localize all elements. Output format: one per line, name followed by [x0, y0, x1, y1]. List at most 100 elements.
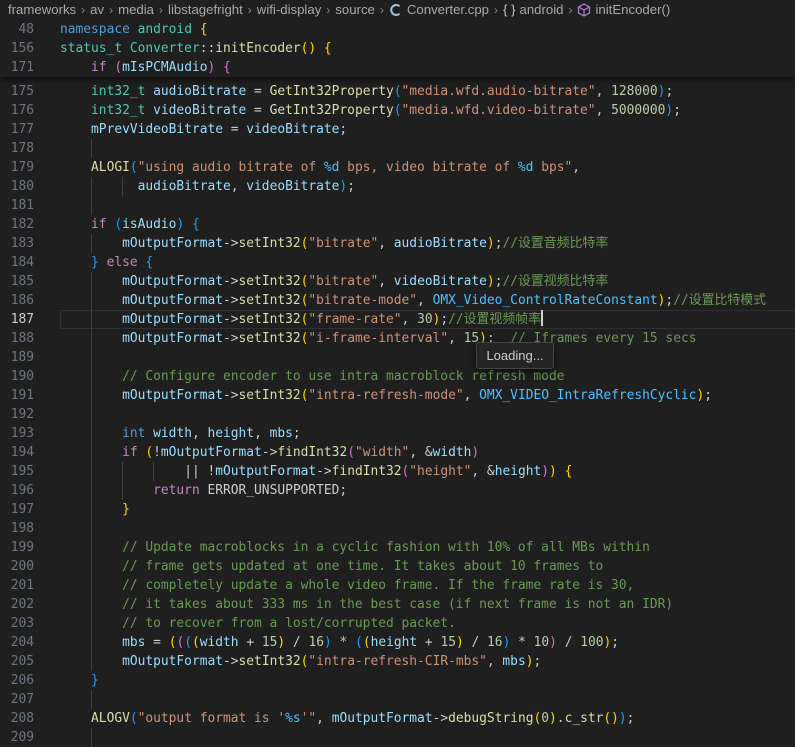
- code-token: //设置比特模式: [673, 293, 767, 308]
- code-line: 190 // Configure encoder to use intra ma…: [0, 367, 795, 386]
- code-text[interactable]: // it takes about 333 ms in the best cas…: [60, 595, 673, 614]
- code-text[interactable]: // frame gets updated at one time. It ta…: [60, 557, 603, 576]
- breadcrumb-item[interactable]: libstagefright: [168, 0, 243, 20]
- chevron-right-icon: ›: [568, 3, 573, 17]
- code-text[interactable]: }: [60, 671, 99, 690]
- code-text[interactable]: mOutputFormat->setInt32("frame-rate", 30…: [60, 310, 543, 329]
- code-text[interactable]: return ERROR_UNSUPPORTED;: [60, 481, 347, 500]
- sticky-scroll-header: 48 namespace android {156 status_t Convert…: [0, 20, 795, 77]
- code-text[interactable]: mOutputFormat->setInt32("bitrate", video…: [60, 272, 608, 291]
- code-token: mbs: [502, 654, 526, 669]
- code-text[interactable]: // Configure encoder to use intra macrob…: [60, 367, 564, 386]
- code-text[interactable]: mOutputFormat->setInt32("intra-refresh-m…: [60, 386, 712, 405]
- code-line: 205 mOutputFormat->setInt32("intra-refre…: [0, 652, 795, 671]
- code-text[interactable]: namespace android {: [60, 20, 207, 39]
- code-line: 195 || !mOutputFormat->findInt32("height…: [0, 462, 795, 481]
- code-line: 177 mPrevVideoBitrate = videoBitrate;: [0, 120, 795, 139]
- code-text[interactable]: // Update macroblocks in a cyclic fashio…: [60, 538, 650, 557]
- code-text[interactable]: mOutputFormat->setInt32("intra-refresh-C…: [60, 652, 541, 671]
- code-token: (: [184, 635, 192, 650]
- code-token: ALOGI: [91, 160, 130, 175]
- indent-guide: [91, 690, 92, 709]
- code-text[interactable]: // to recover from a lost/corrupted pack…: [60, 614, 456, 633]
- code-text[interactable]: || !mOutputFormat->findInt32("height", &…: [60, 462, 572, 481]
- code-line: 193 int width, height, mbs;: [0, 424, 795, 443]
- line-number: 177: [10, 122, 34, 137]
- code-text[interactable]: }: [60, 500, 130, 519]
- line-number: 183: [10, 236, 34, 251]
- code-editor[interactable]: 175 int32_t audioBitrate = GetInt32Prope…: [0, 82, 795, 747]
- code-text[interactable]: mOutputFormat->setInt32("bitrate-mode", …: [60, 291, 766, 310]
- code-line: 180 audioBitrate, videoBitrate);: [0, 177, 795, 196]
- code-text[interactable]: if (!mOutputFormat->findInt32("width", &…: [60, 443, 479, 462]
- code-token: ,: [463, 388, 480, 403]
- code-line: 176 int32_t videoBitrate = GetInt32Prope…: [0, 101, 795, 120]
- code-token: mPrevVideoBitrate: [91, 122, 223, 137]
- breadcrumb-namespace[interactable]: android: [519, 0, 563, 20]
- code-text[interactable]: ALOGI("using audio bitrate of %d bps, vi…: [60, 158, 580, 177]
- code-token: c_str: [564, 711, 604, 726]
- code-text[interactable]: int width, height, mbs;: [60, 424, 301, 443]
- code-token: findInt32: [277, 445, 348, 460]
- breadcrumb-item[interactable]: av: [90, 0, 104, 20]
- cpp-file-icon: [389, 3, 403, 17]
- code-token: ::: [199, 41, 216, 56]
- code-token: (: [129, 160, 138, 175]
- code-text[interactable]: } else {: [60, 253, 153, 272]
- breadcrumb-item[interactable]: media: [118, 0, 154, 20]
- code-text[interactable]: if (isAudio) {: [60, 215, 200, 234]
- code-line: 197 }: [0, 500, 795, 519]
- code-token: height: [494, 464, 542, 479]
- code-token: audioBitrate: [137, 179, 231, 194]
- breadcrumb-item[interactable]: frameworks: [8, 0, 76, 20]
- code-token: (: [129, 711, 138, 726]
- code-token: (: [145, 445, 154, 460]
- code-text[interactable]: mOutputFormat->setInt32("bitrate", audio…: [60, 234, 608, 253]
- code-line: 191 mOutputFormat->setInt32("intra-refre…: [0, 386, 795, 405]
- code-token: }: [91, 255, 99, 270]
- code-token: (: [393, 84, 402, 99]
- code-token: +: [417, 635, 441, 650]
- code-text[interactable]: int32_t audioBitrate = GetInt32Property(…: [60, 82, 673, 101]
- code-text[interactable]: mPrevVideoBitrate = videoBitrate;: [60, 120, 347, 139]
- code-text[interactable]: mOutputFormat->setInt32("i-frame-interva…: [60, 329, 696, 348]
- line-number: 196: [10, 483, 34, 498]
- code-token: ,: [595, 103, 612, 118]
- code-token: ): [618, 711, 627, 726]
- code-token: mbs: [269, 426, 293, 441]
- chevron-right-icon: ›: [326, 3, 331, 17]
- code-line: 208 ALOGV("output format is '%s'", mOutp…: [0, 709, 795, 728]
- code-token: , &: [409, 445, 433, 460]
- code-token: {: [145, 255, 154, 270]
- code-token: mOutputFormat: [122, 236, 223, 251]
- code-text[interactable]: int32_t videoBitrate = GetInt32Property(…: [60, 101, 681, 120]
- code-token: setInt32: [238, 654, 301, 669]
- code-text[interactable]: ALOGV("output format is '%s'", mOutputFo…: [60, 709, 634, 728]
- code-token: "bitrate-mode": [308, 293, 418, 308]
- code-text[interactable]: mbs = ((((width + 15) / 16) * ((height +…: [60, 633, 619, 652]
- breadcrumb-symbol[interactable]: initEncoder(): [595, 0, 670, 20]
- code-text[interactable]: status_t Converter::initEncoder() {: [60, 39, 332, 58]
- code-text[interactable]: if (mIsPCMAudio) {: [60, 58, 231, 77]
- code-token: =: [246, 103, 270, 118]
- code-text[interactable]: audioBitrate, videoBitrate);: [60, 177, 355, 196]
- code-token: {: [223, 60, 231, 75]
- code-token: int32_t: [91, 84, 146, 99]
- line-number: 209: [10, 730, 34, 745]
- code-token: "using audio bitrate of: [137, 160, 324, 175]
- code-token: ,: [378, 236, 394, 251]
- code-token: 16: [487, 635, 503, 650]
- code-token: ): [323, 635, 332, 650]
- breadcrumb-file[interactable]: Converter.cpp: [407, 0, 489, 20]
- code-token: ): [549, 464, 557, 479]
- code-line: 183 mOutputFormat->setInt32("bitrate", a…: [0, 234, 795, 253]
- code-text[interactable]: // completely update a whole video frame…: [60, 576, 634, 595]
- breadcrumb-item[interactable]: wifi-display: [257, 0, 322, 20]
- code-token: ): [541, 464, 550, 479]
- breadcrumb-item[interactable]: source: [335, 0, 375, 20]
